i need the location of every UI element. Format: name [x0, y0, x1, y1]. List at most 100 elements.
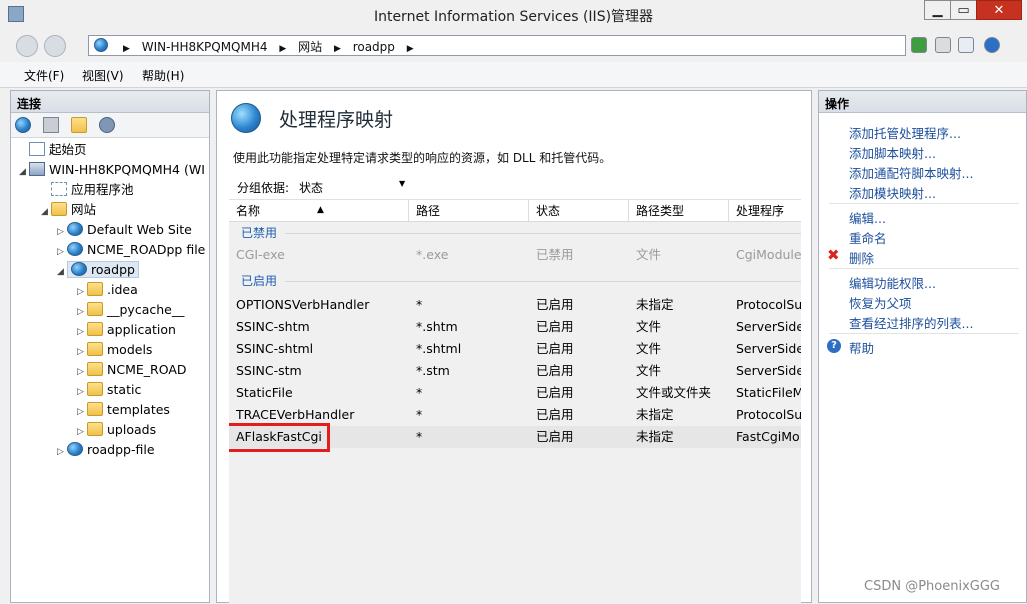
save-icon[interactable]	[43, 117, 59, 133]
forward-button[interactable]	[44, 35, 66, 57]
tree-expander[interactable]: ▷	[77, 422, 87, 442]
table-row[interactable]: OPTIONSVerbHandler * 已启用 未指定 ProtocolSu	[229, 294, 801, 316]
tree-node-static[interactable]: ▷ static	[77, 380, 141, 400]
action-edit-feature-permissions[interactable]: 编辑功能权限...	[849, 273, 936, 292]
tree-node-roadpp[interactable]: ◢ roadpp	[57, 260, 139, 280]
column-header-name[interactable]: 名称 ▲	[229, 200, 409, 222]
tree-node-app-pools[interactable]: 应用程序池	[41, 180, 134, 200]
table-row[interactable]: SSINC-shtml *.shtml 已启用 文件 ServerSide	[229, 338, 801, 360]
cell-name: StaticFile	[236, 385, 293, 400]
back-button[interactable]	[16, 35, 38, 57]
globe-icon	[67, 242, 83, 256]
tree-expander[interactable]: ▷	[77, 382, 87, 402]
window-title: Internet Information Services (IIS)管理器	[373, 9, 654, 25]
connect-icon[interactable]	[15, 117, 31, 133]
column-header-handler[interactable]: 处理程序	[729, 200, 801, 222]
action-help[interactable]: 帮助	[849, 338, 874, 357]
action-add-script-map[interactable]: 添加脚本映射...	[849, 143, 936, 162]
disconnect-icon[interactable]	[99, 117, 115, 133]
tree-expander[interactable]: ▷	[77, 362, 87, 382]
tree-node-ncme-roadpp-file[interactable]: ▷ NCME_ROADpp file	[57, 240, 205, 260]
tree-expander[interactable]: ▷	[77, 302, 87, 322]
minimize-button[interactable]: ▁	[924, 0, 951, 20]
action-add-wildcard-script-map[interactable]: 添加通配符脚本映射...	[849, 163, 973, 182]
tree-node-start-page[interactable]: 起始页	[19, 140, 87, 160]
breadcrumb-sites[interactable]: 网站	[298, 40, 322, 54]
action-edit[interactable]: 编辑...	[849, 208, 886, 227]
tree-node-roadpp-file[interactable]: ▷ roadpp-file	[57, 440, 155, 460]
menu-help[interactable]: 帮助(H)	[142, 67, 184, 84]
action-add-managed-handler[interactable]: 添加托管处理程序...	[849, 123, 961, 142]
breadcrumb-server[interactable]: WIN-HH8KPQMQMH4	[142, 40, 268, 54]
close-button[interactable]: ✕	[976, 0, 1022, 20]
tree-expander[interactable]: ▷	[77, 282, 87, 302]
tree-node-label: NCME_ROADpp file	[87, 242, 206, 257]
connections-header: 连接	[11, 91, 209, 113]
action-view-ordered-list[interactable]: 查看经过排序的列表...	[849, 313, 973, 332]
tree-node-pycache[interactable]: ▷ __pycache__	[77, 300, 184, 320]
cell-state: 已启用	[536, 429, 574, 444]
tree-node-label: uploads	[107, 422, 157, 437]
table-row[interactable]: SSINC-stm *.stm 已启用 文件 ServerSide	[229, 360, 801, 382]
help-menu-icon[interactable]	[984, 37, 1000, 53]
cell-handler: ServerSide	[736, 363, 801, 378]
table-row[interactable]: StaticFile * 已启用 文件或文件夹 StaticFileM	[229, 382, 801, 404]
table-row[interactable]: SSINC-shtm *.shtm 已启用 文件 ServerSide	[229, 316, 801, 338]
folder-icon	[87, 322, 103, 336]
breadcrumb-separator: ▶	[279, 44, 287, 54]
cell-path-type: 未指定	[636, 297, 674, 312]
table-row-selected[interactable]: AFlaskFastCgi * 已启用 未指定 FastCgiMo	[229, 423, 801, 452]
tree-node-ncme-road[interactable]: ▷ NCME_ROAD	[77, 360, 187, 380]
action-add-module-mapping[interactable]: 添加模块映射...	[849, 183, 936, 202]
tree-expander[interactable]: ▷	[77, 402, 87, 422]
action-rename[interactable]: 重命名	[849, 228, 887, 247]
breadcrumb-roadpp[interactable]: roadpp	[353, 40, 395, 54]
column-header-path-type[interactable]: 路径类型	[629, 200, 729, 222]
tree-node-default-web-site[interactable]: ▷ Default Web Site	[57, 220, 192, 240]
menu-file[interactable]: 文件(F)	[24, 67, 64, 84]
tree-node-templates[interactable]: ▷ templates	[77, 400, 170, 420]
cell-path: *	[416, 429, 423, 444]
cell-name: SSINC-shtm	[236, 319, 310, 334]
cell-state: 已启用	[536, 297, 574, 312]
menu-view[interactable]: 视图(V)	[82, 67, 124, 84]
tree-expander[interactable]: ▷	[57, 242, 67, 262]
breadcrumb: ▶ WIN-HH8KPQMQMH4 ▶ 网站 ▶ roadpp ▶	[115, 38, 422, 55]
navigation-bar: ▶ WIN-HH8KPQMQMH4 ▶ 网站 ▶ roadpp ▶	[0, 30, 1027, 62]
tree-expander[interactable]: ◢	[41, 202, 51, 222]
table-row[interactable]: CGI-exe *.exe 已禁用 文件 CgiModule	[229, 244, 801, 266]
address-bar[interactable]: ▶ WIN-HH8KPQMQMH4 ▶ 网站 ▶ roadpp ▶	[88, 35, 906, 56]
tree-expander[interactable]: ▷	[77, 322, 87, 342]
tree-node-sites[interactable]: ◢ 网站	[41, 200, 96, 220]
cell-path-type: 未指定	[636, 429, 674, 444]
action-revert-to-parent[interactable]: 恢复为父项	[849, 293, 912, 312]
tree-expander[interactable]: ▷	[57, 222, 67, 242]
tree-node-models[interactable]: ▷ models	[77, 340, 152, 360]
home-icon[interactable]	[958, 37, 974, 53]
cell-state: 已禁用	[536, 247, 574, 262]
column-header-path[interactable]: 路径	[409, 200, 529, 222]
up-folder-icon[interactable]	[71, 117, 87, 133]
cell-state: 已启用	[536, 363, 574, 378]
tree-expander[interactable]: ▷	[77, 342, 87, 362]
tree-node-application[interactable]: ▷ application	[77, 320, 176, 340]
server-icon	[29, 162, 45, 176]
cell-path-type: 未指定	[636, 407, 674, 422]
tree-node-server[interactable]: ◢ WIN-HH8KPQMQMH4 (WI	[19, 160, 205, 180]
tree-expander[interactable]: ▷	[57, 442, 67, 462]
stop-icon[interactable]	[935, 37, 951, 53]
group-header-enabled[interactable]: 已启用	[229, 270, 801, 292]
action-delete[interactable]: 删除	[849, 248, 874, 267]
groupby-select[interactable]: 分组依据: 状态 ▼	[229, 175, 411, 197]
tree-expander[interactable]: ◢	[19, 162, 29, 182]
maximize-button[interactable]: ▭	[950, 0, 977, 20]
group-header-disabled[interactable]: 已禁用	[229, 222, 801, 244]
tree-node-idea[interactable]: ▷ .idea	[77, 280, 138, 300]
group-divider	[285, 233, 801, 234]
column-header-state[interactable]: 状态	[529, 200, 629, 222]
tree-node-uploads[interactable]: ▷ uploads	[77, 420, 156, 440]
refresh-icon[interactable]	[911, 37, 927, 53]
tree-expander[interactable]: ◢	[57, 262, 67, 282]
groupby-value: 状态	[299, 181, 324, 195]
cell-state: 已启用	[536, 385, 574, 400]
